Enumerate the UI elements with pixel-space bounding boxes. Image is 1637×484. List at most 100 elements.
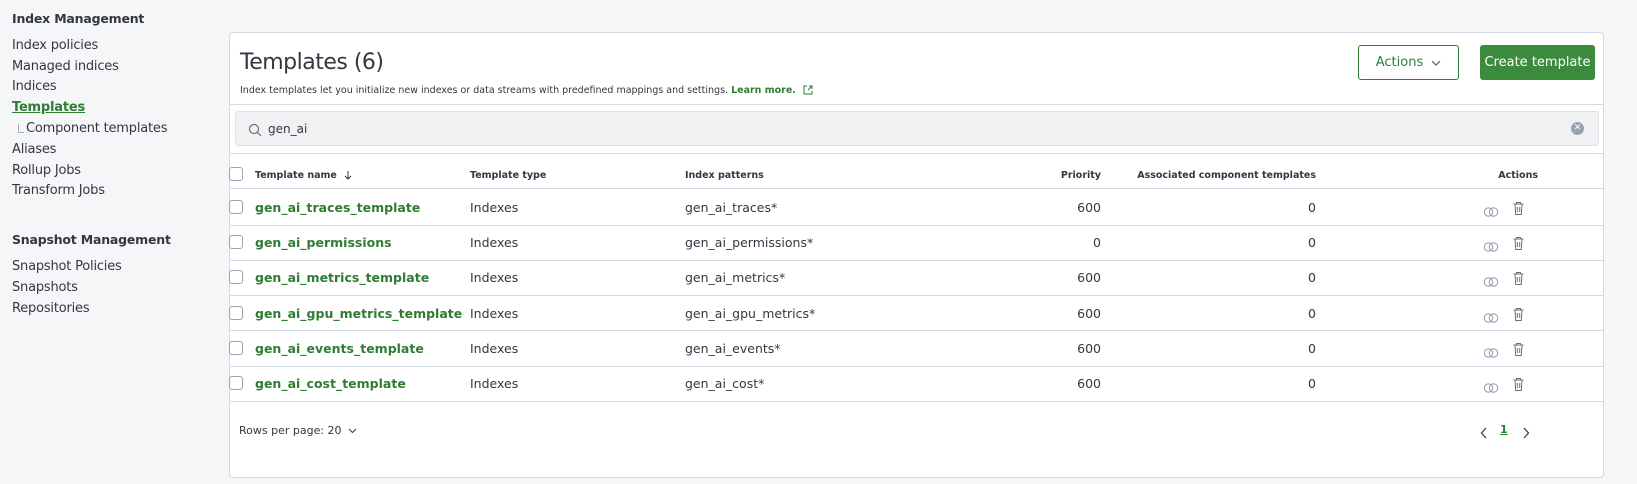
search-bar[interactable]: ✕ <box>235 111 1599 146</box>
column-header-template-type[interactable]: Template type <box>470 170 546 181</box>
template-type-cell: Indexes <box>470 341 519 356</box>
chevron-down-icon <box>1431 55 1441 70</box>
rows-per-page-label: Rows per page: 20 <box>239 424 342 437</box>
row-checkbox[interactable] <box>229 376 243 390</box>
sidebar-item-component-templates[interactable]: Component templates <box>26 121 167 136</box>
priority-cell: 600 <box>1077 270 1101 285</box>
template-type-cell: Indexes <box>470 376 519 391</box>
priority-cell: 600 <box>1077 306 1101 321</box>
templates-panel: Templates (6) Index templates let you in… <box>229 32 1604 478</box>
row-checkbox[interactable] <box>229 270 243 284</box>
tree-connector <box>18 124 24 133</box>
index-management-heading: Index Management <box>12 11 145 26</box>
row-line <box>230 366 1603 367</box>
sort-arrow-down-icon <box>343 170 353 183</box>
actions-button-label: Actions <box>1375 55 1424 70</box>
link-icon[interactable] <box>1483 379 1499 398</box>
description-text: Index templates let you initialize new i… <box>240 85 729 96</box>
sidebar-item-rollup-jobs[interactable]: Rollup Jobs <box>12 163 81 178</box>
learn-more-link[interactable]: Learn more. <box>731 85 796 96</box>
trash-icon[interactable] <box>1512 201 1525 220</box>
trash-icon[interactable] <box>1512 377 1525 396</box>
row-checkbox[interactable] <box>229 200 243 214</box>
sidebar-item-aliases[interactable]: Aliases <box>12 142 56 157</box>
index-pattern-cell: gen_ai_traces* <box>685 200 778 215</box>
index-pattern-cell: gen_ai_metrics* <box>685 270 786 285</box>
next-page-icon[interactable] <box>1522 424 1530 443</box>
column-header-template-name-label: Template name <box>255 170 337 181</box>
priority-cell: 600 <box>1077 376 1101 391</box>
trash-icon[interactable] <box>1512 307 1525 326</box>
sidebar-item-templates[interactable]: Templates <box>12 100 85 115</box>
row-line <box>230 260 1603 261</box>
priority-cell: 0 <box>1093 235 1101 250</box>
sidebar-item-managed-indices[interactable]: Managed indices <box>12 59 119 74</box>
search-icon <box>248 122 262 141</box>
component-count-cell: 0 <box>1308 341 1316 356</box>
row-checkbox[interactable] <box>229 235 243 249</box>
template-type-cell: Indexes <box>470 235 519 250</box>
template-name-link[interactable]: gen_ai_metrics_template <box>255 270 429 285</box>
sidebar: Index Management Index policies Managed … <box>0 0 220 484</box>
sidebar-item-transform-jobs[interactable]: Transform Jobs <box>12 183 105 198</box>
component-count-cell: 0 <box>1308 306 1316 321</box>
column-header-index-patterns[interactable]: Index patterns <box>685 170 764 181</box>
index-pattern-cell: gen_ai_gpu_metrics* <box>685 306 816 321</box>
sidebar-item-indices[interactable]: Indices <box>12 79 57 94</box>
actions-button[interactable]: Actions <box>1358 45 1459 80</box>
template-name-link[interactable]: gen_ai_gpu_metrics_template <box>255 306 462 321</box>
row-checkbox[interactable] <box>229 341 243 355</box>
link-icon[interactable] <box>1483 344 1499 363</box>
trash-icon[interactable] <box>1512 342 1525 361</box>
row-line <box>230 225 1603 226</box>
rows-per-page-selector[interactable]: Rows per page: 20 <box>239 424 357 437</box>
page-title: Templates (6) <box>240 50 384 75</box>
priority-cell: 600 <box>1077 341 1101 356</box>
row-line <box>230 330 1603 331</box>
clear-search-icon[interactable]: ✕ <box>1571 122 1584 135</box>
template-name-link[interactable]: gen_ai_cost_template <box>255 376 406 391</box>
header-divider <box>230 104 1603 105</box>
snapshot-management-heading: Snapshot Management <box>12 232 171 247</box>
template-type-cell: Indexes <box>470 270 519 285</box>
template-name-link[interactable]: gen_ai_traces_template <box>255 200 420 215</box>
column-header-template-name[interactable]: Template name <box>255 170 353 183</box>
component-count-cell: 0 <box>1308 376 1316 391</box>
search-input[interactable] <box>268 112 1548 145</box>
column-header-component-templates[interactable]: Associated component templates <box>1130 170 1316 181</box>
select-all-checkbox[interactable] <box>229 167 243 181</box>
chevron-down-icon <box>348 424 357 437</box>
template-name-link[interactable]: gen_ai_events_template <box>255 341 424 356</box>
page-description: Index templates let you initialize new i… <box>240 85 813 98</box>
search-divider <box>230 153 1603 154</box>
row-line <box>230 295 1603 296</box>
component-count-cell: 0 <box>1308 270 1316 285</box>
external-link-icon <box>803 85 813 98</box>
row-line <box>230 401 1603 402</box>
sidebar-item-snapshots[interactable]: Snapshots <box>12 280 78 295</box>
row-checkbox[interactable] <box>229 306 243 320</box>
sidebar-item-snapshot-policies[interactable]: Snapshot Policies <box>12 259 122 274</box>
previous-page-icon[interactable] <box>1480 424 1488 443</box>
link-icon[interactable] <box>1483 273 1499 292</box>
sidebar-item-index-policies[interactable]: Index policies <box>12 38 98 53</box>
link-icon[interactable] <box>1483 309 1499 328</box>
trash-icon[interactable] <box>1512 271 1525 290</box>
template-type-cell: Indexes <box>470 306 519 321</box>
template-type-cell: Indexes <box>470 200 519 215</box>
index-pattern-cell: gen_ai_cost* <box>685 376 765 391</box>
column-header-priority[interactable]: Priority <box>1030 170 1101 181</box>
component-count-cell: 0 <box>1308 235 1316 250</box>
trash-icon[interactable] <box>1512 236 1525 255</box>
header-row-line <box>230 188 1603 189</box>
sidebar-item-repositories[interactable]: Repositories <box>12 301 90 316</box>
index-pattern-cell: gen_ai_permissions* <box>685 235 814 250</box>
create-template-button[interactable]: Create template <box>1480 45 1595 80</box>
link-icon[interactable] <box>1483 203 1499 222</box>
priority-cell: 600 <box>1077 200 1101 215</box>
component-count-cell: 0 <box>1308 200 1316 215</box>
column-header-actions: Actions <box>1498 170 1538 181</box>
link-icon[interactable] <box>1483 238 1499 257</box>
template-name-link[interactable]: gen_ai_permissions <box>255 235 392 250</box>
page-number-link[interactable]: 1 <box>1500 423 1508 436</box>
